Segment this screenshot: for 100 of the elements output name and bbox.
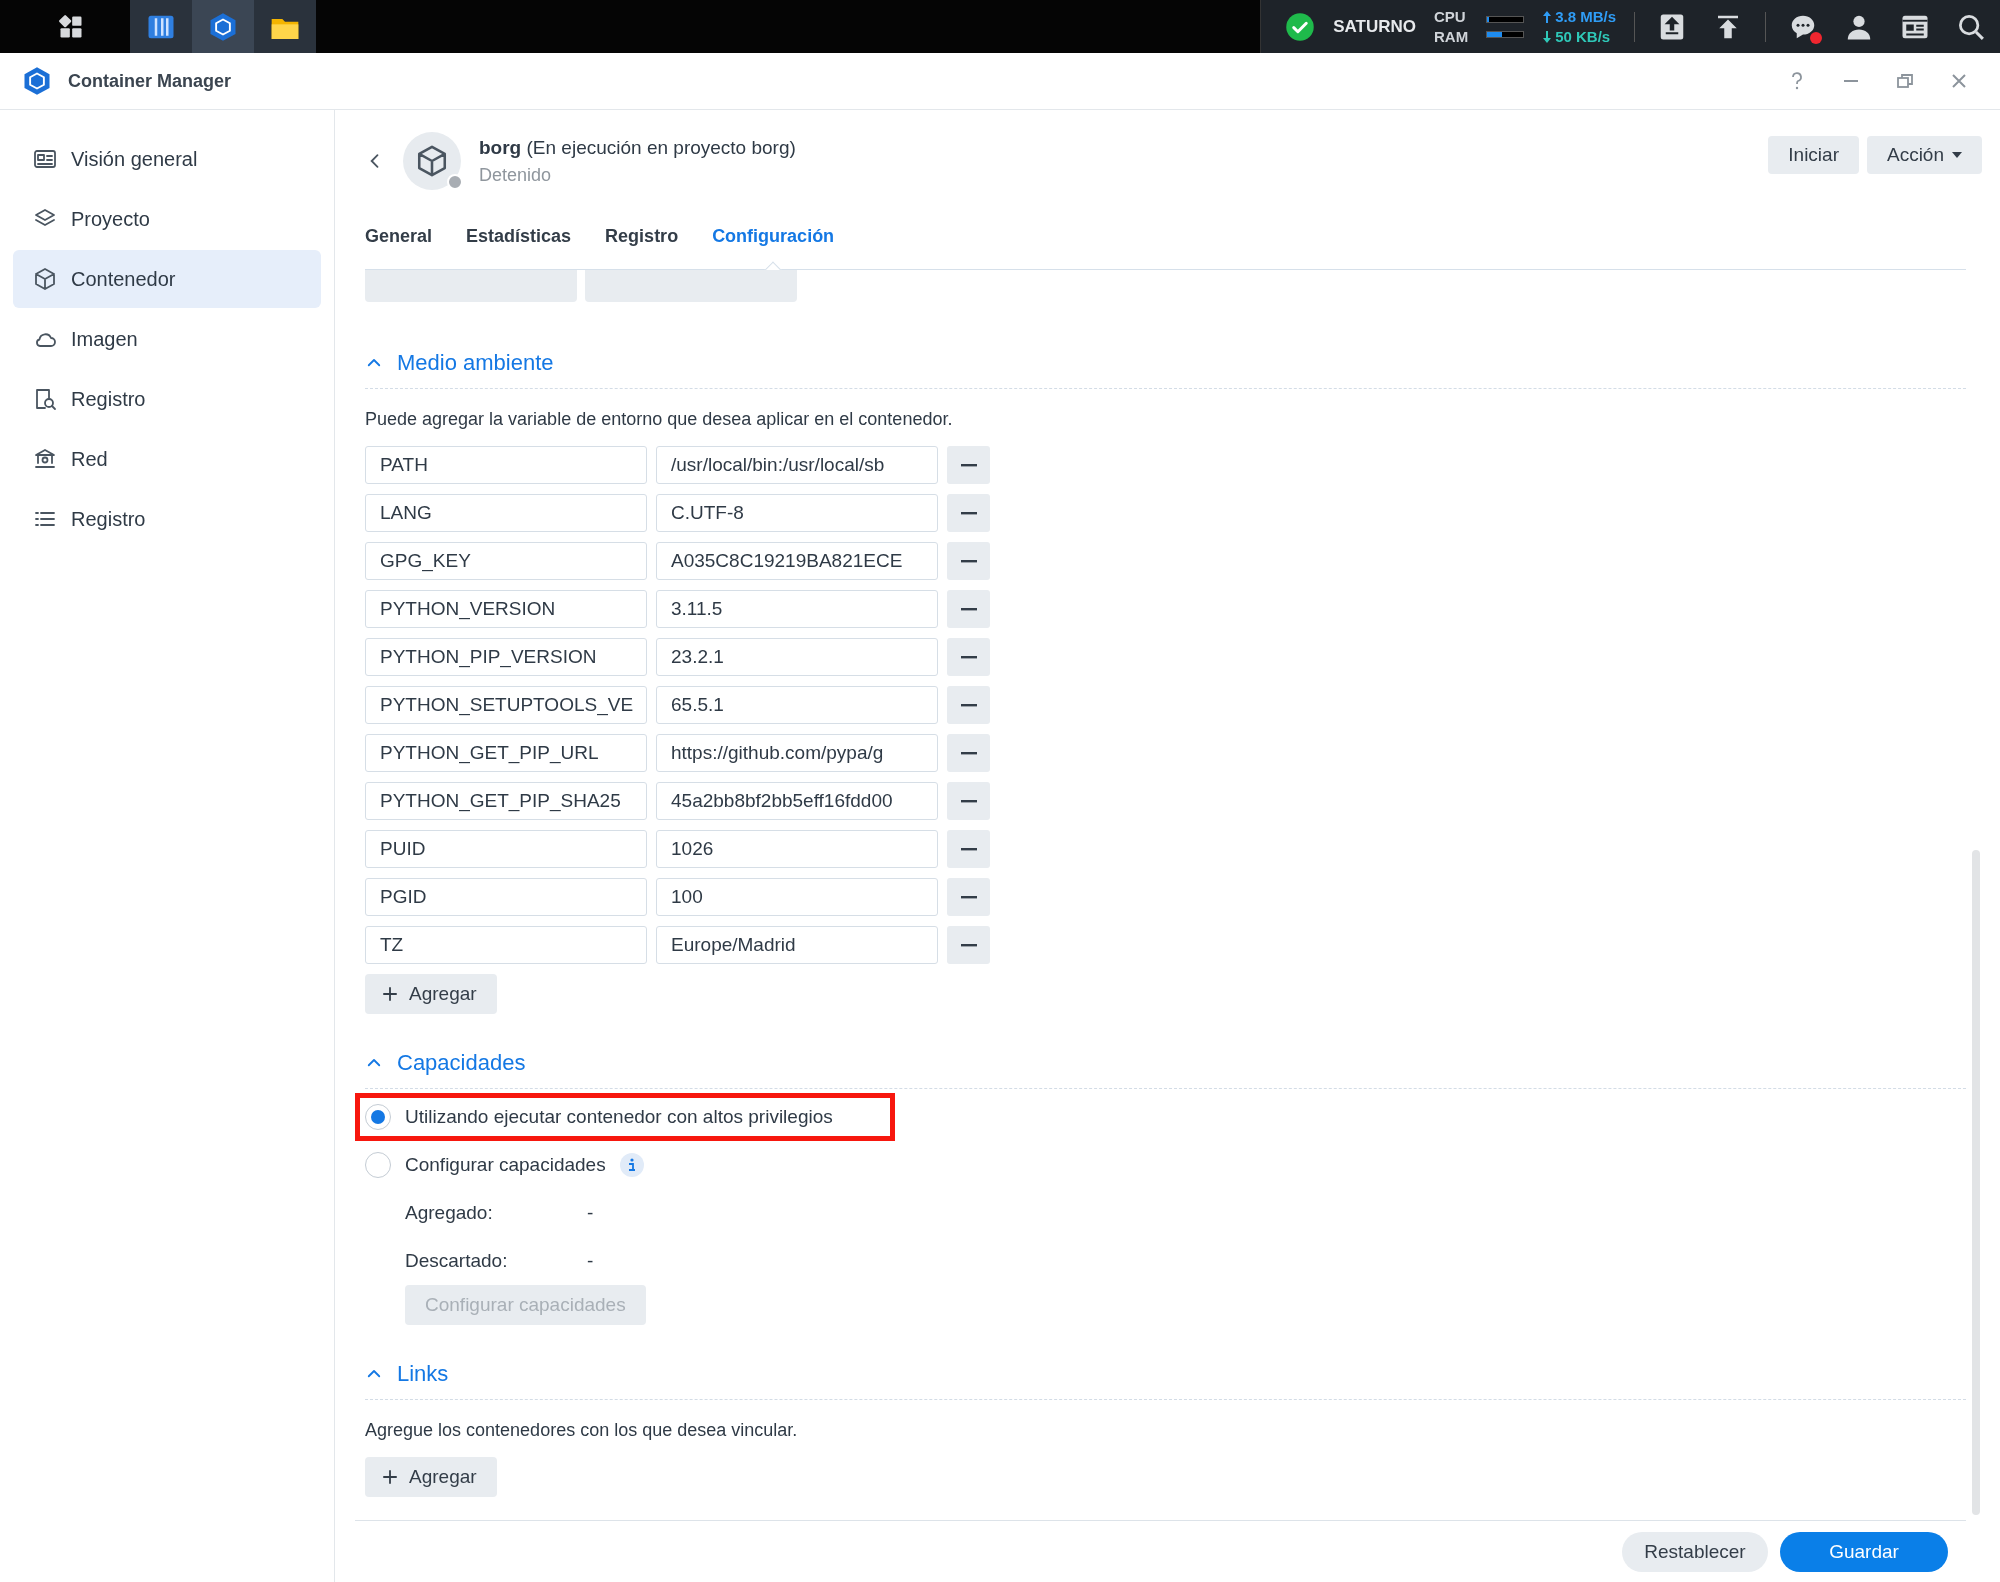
section-toggle[interactable]: Medio ambiente <box>365 350 554 388</box>
section-description: Agregue los contenedores con los que desea vincular. <box>365 1420 799 1441</box>
add-button[interactable]: Agregar <box>365 974 497 1014</box>
sidebar-item[interactable]: Visión general <box>13 130 321 188</box>
detail-label: Agregado: <box>405 1202 494 1224</box>
minus-icon <box>960 895 977 899</box>
remove-button[interactable] <box>947 734 990 772</box>
option-label: Utilizando ejecutar contenedor con altos privilegios <box>405 1106 833 1128</box>
minus-icon <box>960 751 977 755</box>
taskbar-app-button[interactable] <box>254 0 316 53</box>
tab[interactable]: Registro <box>605 226 679 269</box>
variable-name-field[interactable]: PYTHON_GET_PIP_SHA25 <box>365 782 647 820</box>
radio-button[interactable] <box>365 1104 391 1130</box>
network-icon <box>33 447 57 471</box>
detail-label: Descartado: <box>405 1250 509 1272</box>
sidebar-item[interactable]: Proyecto <box>13 190 321 248</box>
hexagon-cube-icon <box>208 11 238 42</box>
plus-icon <box>381 985 399 1003</box>
ram-meter <box>1486 30 1525 38</box>
minus-icon <box>960 943 977 947</box>
variable-value-field[interactable]: A035C8C19219BA821ECE <box>656 542 938 580</box>
minus-icon <box>960 463 977 467</box>
variable-name-field[interactable]: LANG <box>365 494 647 532</box>
variable-value-field[interactable]: Europe/Madrid <box>656 926 938 964</box>
download-speed: 50 KB/s <box>1555 27 1611 46</box>
remove-button[interactable] <box>947 878 990 916</box>
variable-name-field[interactable]: PGID <box>365 878 647 916</box>
arrow-up-icon <box>1542 9 1553 24</box>
cube-icon <box>33 267 57 291</box>
caret-icon <box>1952 152 1962 158</box>
sidebar-item[interactable]: Red <box>13 430 321 488</box>
container-title: borg (En ejecución en proyecto borg) <box>479 136 797 159</box>
remove-button[interactable] <box>947 638 990 676</box>
minus-icon <box>960 559 977 563</box>
save-button[interactable]: Guardar <box>1780 1531 1948 1572</box>
check-circle-icon <box>1285 11 1316 42</box>
detail-value: - <box>587 1202 594 1224</box>
variable-value-field[interactable]: 65.5.1 <box>656 686 938 724</box>
section-description: Puede agregar la variable de entorno que desea aplicar en el contenedor. <box>365 409 954 430</box>
variable-value-field[interactable]: /usr/local/bin:/usr/local/sb <box>656 446 938 484</box>
minus-icon <box>960 799 977 803</box>
sidebar-item[interactable]: Registro <box>13 370 321 428</box>
dashboard-icon <box>33 147 57 171</box>
remove-button[interactable] <box>947 782 990 820</box>
remove-button[interactable] <box>947 494 990 532</box>
remove-button[interactable] <box>947 542 990 580</box>
remove-button[interactable] <box>947 926 990 964</box>
action-dropdown-button[interactable]: Acción <box>1866 136 1982 174</box>
variable-value-field[interactable]: https://github.com/pypa/g <box>656 734 938 772</box>
detail-value: - <box>587 1250 594 1272</box>
server-name: SATURNO <box>1333 16 1416 37</box>
option-label: Configurar capacidades <box>405 1154 606 1176</box>
info-icon[interactable] <box>619 1153 644 1177</box>
section-toggle[interactable]: Links <box>365 1361 449 1399</box>
variable-value-field[interactable]: 100 <box>656 878 938 916</box>
minus-icon <box>960 847 977 851</box>
reset-button[interactable]: Restablecer <box>1622 1531 1768 1572</box>
radio-button[interactable] <box>365 1152 391 1178</box>
arrow-down-icon <box>1542 29 1553 44</box>
variable-value-field[interactable]: 3.11.5 <box>656 590 938 628</box>
variable-name-field[interactable]: PYTHON_VERSION <box>365 590 647 628</box>
plus-icon <box>381 1468 399 1486</box>
window-title: Container Manager <box>68 70 233 92</box>
ram-label: RAM <box>1433 27 1469 46</box>
minus-icon <box>960 511 977 515</box>
variable-name-field[interactable]: PUID <box>365 830 647 868</box>
sidebar-item[interactable]: Imagen <box>13 310 321 368</box>
minus-icon <box>960 655 977 659</box>
remove-button[interactable] <box>947 686 990 724</box>
variable-name-field[interactable]: PYTHON_GET_PIP_URL <box>365 734 647 772</box>
document-search-icon <box>33 387 57 411</box>
app-logo-icon <box>22 66 52 96</box>
remove-button[interactable] <box>947 830 990 868</box>
add-button[interactable]: Agregar <box>365 1457 497 1497</box>
variable-value-field[interactable]: 1026 <box>656 830 938 868</box>
variable-name-field[interactable]: PYTHON_SETUPTOOLS_VE <box>365 686 647 724</box>
start-button[interactable]: Iniciar <box>1768 136 1859 174</box>
cpu-label: CPU <box>1433 7 1467 26</box>
upload-speed: 3.8 MB/s <box>1555 7 1616 26</box>
section-toggle[interactable]: Capacidades <box>365 1050 526 1088</box>
grid-icon <box>57 12 85 41</box>
cube-icon <box>415 144 449 178</box>
variable-value-field[interactable]: C.UTF-8 <box>656 494 938 532</box>
variable-name-field[interactable]: TZ <box>365 926 647 964</box>
remove-button[interactable] <box>947 446 990 484</box>
scrollbar[interactable] <box>1972 850 1980 1515</box>
variable-value-field[interactable]: 45a2bb8bf2bb5eff16fdd00 <box>656 782 938 820</box>
taskbar-app-button[interactable] <box>130 0 192 53</box>
sidebar-item[interactable]: Registro <box>13 490 321 548</box>
tab[interactable]: Estadísticas <box>466 226 572 269</box>
cpu-meter <box>1486 15 1525 23</box>
container-status: Detenido <box>479 164 553 186</box>
variable-name-field[interactable]: PYTHON_PIP_VERSION <box>365 638 647 676</box>
variable-name-field[interactable]: GPG_KEY <box>365 542 647 580</box>
remove-button[interactable] <box>947 590 990 628</box>
variable-name-field[interactable]: PATH <box>365 446 647 484</box>
sidebar-item[interactable]: Contenedor <box>13 250 321 308</box>
tab[interactable]: General <box>365 226 433 269</box>
variable-value-field[interactable]: 23.2.1 <box>656 638 938 676</box>
taskbar-app-button[interactable] <box>192 0 254 53</box>
